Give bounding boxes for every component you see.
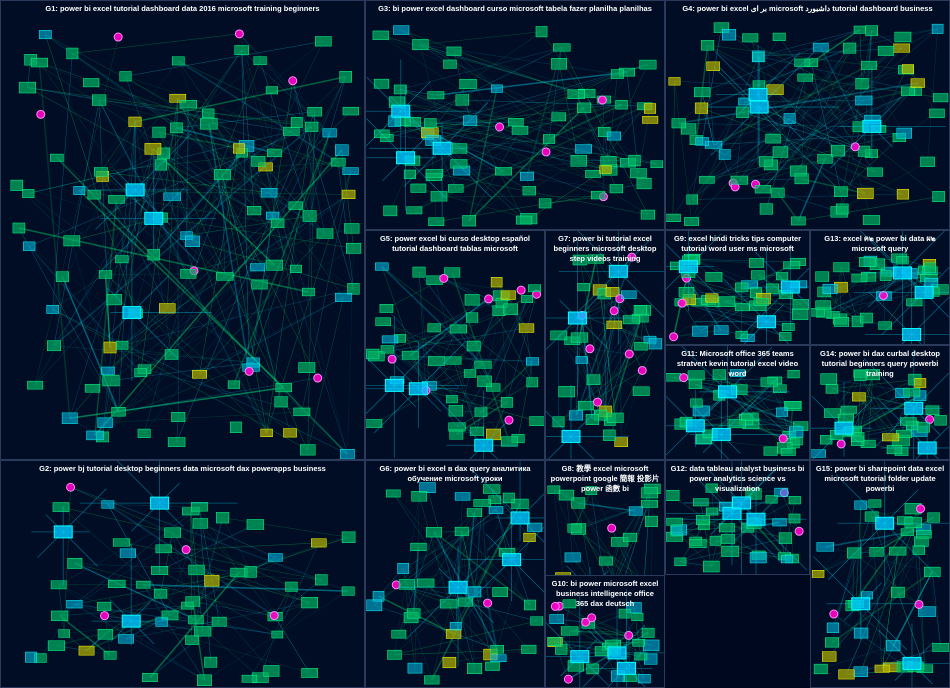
cell-label-g12: G12: data tableau analyst business bi po… xyxy=(666,463,809,494)
cell-g7: G7: power bi tutorial excel beginners mi… xyxy=(545,230,665,460)
cell-label-g5: G5: power excel bi curso desktop español… xyxy=(366,233,544,255)
cell-label-g3: G3: bi power excel dashboard curso micro… xyxy=(366,3,664,15)
cell-label-g14: G14: power bi dax curbal desktop tutoria… xyxy=(811,348,949,379)
cell-g2: G2: power bj tutorial desktop beginners … xyxy=(0,460,365,688)
cell-g12: G12: data tableau analyst business bi po… xyxy=(665,460,810,575)
cell-g1: G1: power bi excel tutorial dashboard da… xyxy=(0,0,365,460)
cell-label-g11: G11: Microsoft office 365 teams stratver… xyxy=(666,348,809,379)
cell-label-g4: G4: power bi excel بر ای microsoft داشبو… xyxy=(666,3,949,15)
network-visualization: G1: power bi excel tutorial dashboard da… xyxy=(0,0,950,688)
cell-g9: G9: excel hindi tricks tips computer tut… xyxy=(665,230,810,345)
cell-g14: G14: power bi dax curbal desktop tutoria… xyxy=(810,345,950,460)
cell-g13: G13: excel ฅ๒ power bi data ผ๒ microsoft… xyxy=(810,230,950,345)
cell-g15: G15: power bi sharepoint data excel micr… xyxy=(810,460,950,688)
cell-g6: G6: power bi excel в dax query аналитика… xyxy=(365,460,545,688)
cell-label-g1: G1: power bi excel tutorial dashboard da… xyxy=(1,3,364,15)
cell-label-g6: G6: power bi excel в dax query аналитика… xyxy=(366,463,544,485)
cell-label-g8: G8: 教學 excel microsoft powerpoint google… xyxy=(546,463,664,494)
cell-g11: G11: Microsoft office 365 teams stratver… xyxy=(665,345,810,460)
cell-g3: G3: bi power excel dashboard curso micro… xyxy=(365,0,665,230)
cell-g5: G5: power excel bi curso desktop español… xyxy=(365,230,545,460)
cell-label-g13: G13: excel ฅ๒ power bi data ผ๒ microsoft… xyxy=(811,233,949,255)
cell-g4: G4: power bi excel بر ای microsoft داشبو… xyxy=(665,0,950,230)
cell-label-g9: G9: excel hindi tricks tips computer tut… xyxy=(666,233,809,255)
cell-label-g15: G15: power bi sharepoint data excel micr… xyxy=(811,463,949,494)
cell-label-g2: G2: power bj tutorial desktop beginners … xyxy=(1,463,364,475)
cell-label-g10: G10: bi power microsoft excel business i… xyxy=(546,578,664,609)
cell-label-g7: G7: power bi tutorial excel beginners mi… xyxy=(546,233,664,264)
cell-g10: G10: bi power microsoft excel business i… xyxy=(545,575,665,688)
